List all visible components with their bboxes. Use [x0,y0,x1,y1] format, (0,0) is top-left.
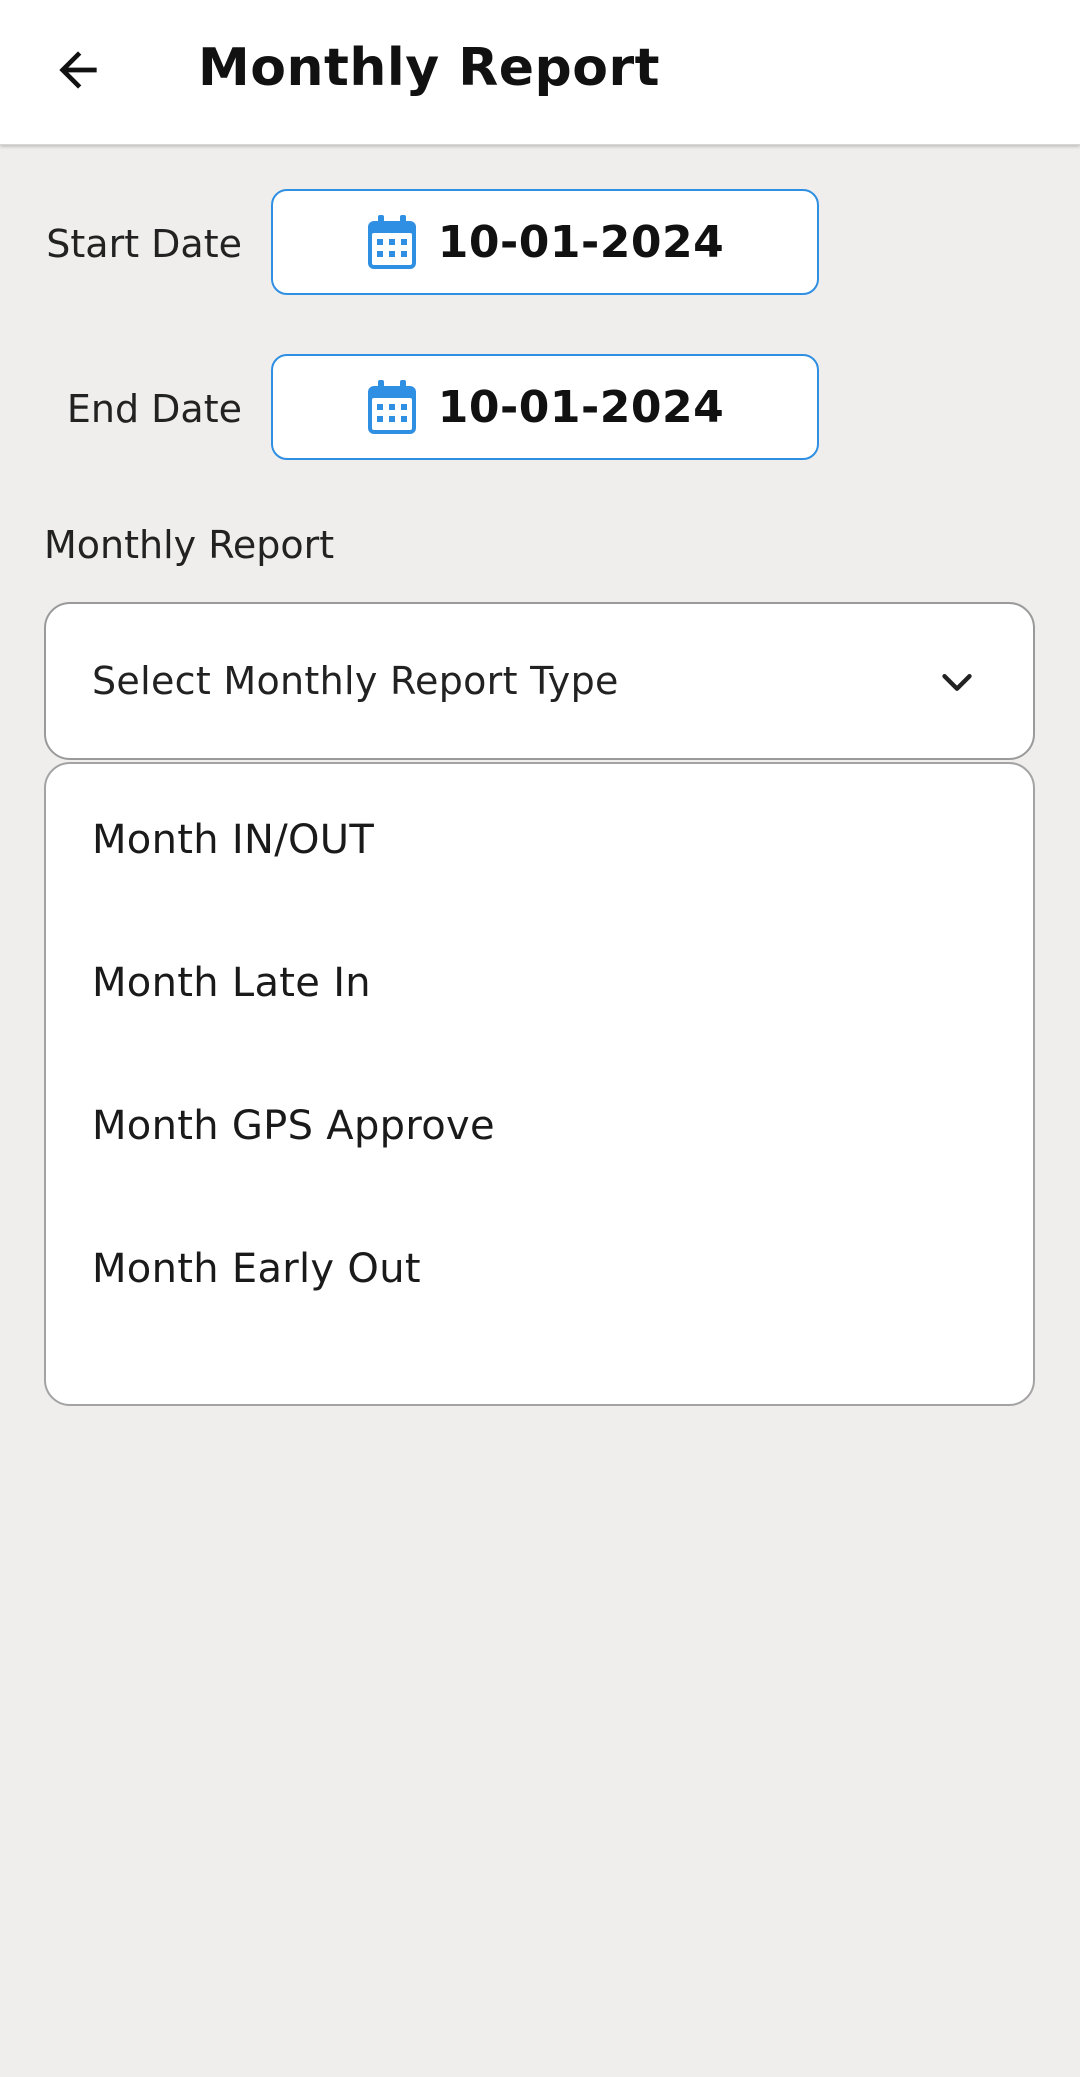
report-type-placeholder: Select Monthly Report Type [92,659,619,703]
back-button[interactable] [38,30,118,110]
start-date-value: 10-01-2024 [437,216,725,268]
menu-item-month-early-out[interactable]: Month Early Out [46,1197,1033,1340]
chevron-down-icon [935,660,979,704]
end-date-value: 10-01-2024 [437,381,725,433]
calendar-icon [366,213,418,271]
start-date-picker[interactable]: 10-01-2024 [271,189,819,295]
arrow-left-icon [59,51,97,89]
menu-item-month-gps-approve[interactable]: Month GPS Approve [46,1054,1033,1197]
calendar-icon [366,378,418,436]
page-title: Monthly Report [198,38,660,98]
menu-item-month-late-in[interactable]: Month Late In [46,911,1033,1054]
menu-item-month-in-out[interactable]: Month IN/OUT [46,768,1033,911]
report-type-select[interactable]: Select Monthly Report Type [44,602,1035,760]
end-date-label: End Date [66,387,242,431]
start-date-label: Start Date [46,222,242,266]
end-date-picker[interactable]: 10-01-2024 [271,354,819,460]
app-bar: Monthly Report [0,0,1080,145]
report-type-label: Monthly Report [44,523,335,567]
report-type-menu: Month IN/OUT Month Late In Month GPS App… [44,762,1035,1406]
